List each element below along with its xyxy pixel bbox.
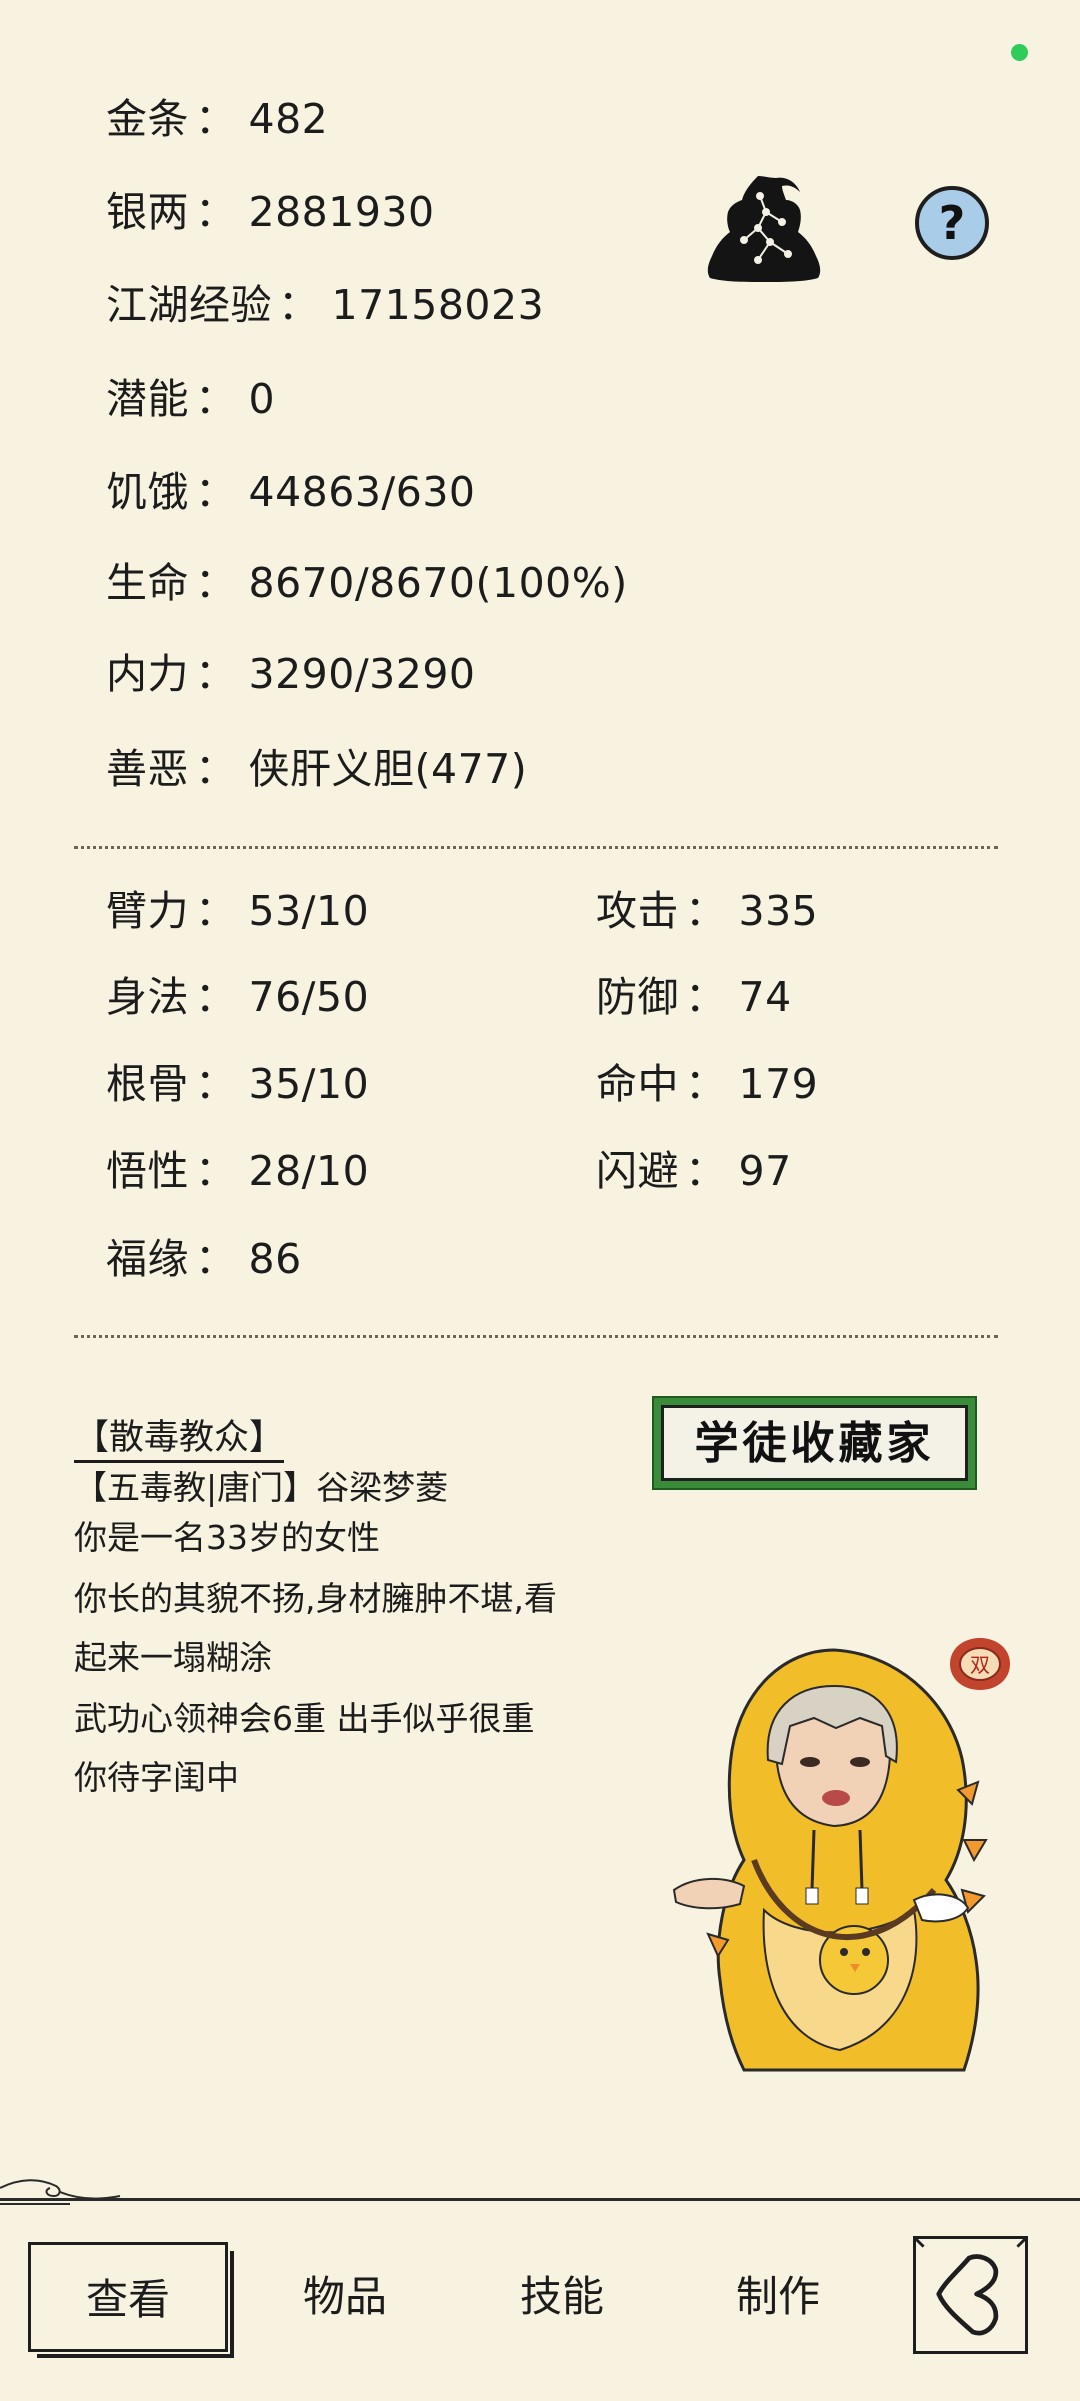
stat-life: 生命： 8670/8670(100%) <box>106 558 628 608</box>
stat-separator: ： <box>195 559 237 607</box>
stat-gold-bars: 金条： 482 <box>106 94 328 144</box>
title-badge-text: 学徒收藏家 <box>661 1405 968 1481</box>
stat-value: 侠肝义胆(477) <box>248 745 528 793</box>
stat-label: 内力 <box>106 650 189 698</box>
stat-label: 命中 <box>596 1060 679 1108</box>
stat-value: 2881930 <box>248 188 435 236</box>
stat-separator: ： <box>278 281 320 329</box>
stat-separator: ： <box>685 887 727 935</box>
stat-separator: ： <box>195 887 237 935</box>
bottom-nav-divider <box>0 2198 1080 2201</box>
profile-line-appearance: 你长的其貌不扬,身材臃肿不堪,看 <box>74 1579 557 1618</box>
stat-value: 74 <box>738 973 792 1021</box>
status-indicator-dot <box>1011 44 1028 61</box>
stat-separator: ： <box>195 468 237 516</box>
stat-experience: 江湖经验： 17158023 <box>106 280 544 330</box>
stat-potential: 潜能： 0 <box>106 374 275 424</box>
stat-separator: ： <box>195 650 237 698</box>
stat-label: 臂力 <box>106 887 189 935</box>
profile-line-name: 【五毒教|唐门】谷梁梦菱 <box>74 1468 449 1507</box>
section-divider <box>74 1335 998 1338</box>
stat-label: 悟性 <box>106 1147 189 1195</box>
title-badge[interactable]: 学徒收藏家 <box>652 1396 977 1490</box>
profile-line-age: 你是一名33岁的女性 <box>74 1518 380 1557</box>
profile-line-marital: 你待字闺中 <box>74 1758 239 1797</box>
scroll-ornament <box>0 2179 121 2205</box>
stat-value: 179 <box>738 1060 819 1108</box>
stat-label: 江湖经验 <box>106 281 272 329</box>
stat-value: 97 <box>738 1147 792 1195</box>
profile-section-title: 【散毒教众】 <box>74 1418 285 1463</box>
meditation-constellation-icon[interactable] <box>700 170 830 290</box>
stat-separator: ： <box>195 1147 237 1195</box>
stat-value: 482 <box>248 95 329 143</box>
stat-label: 饥饿 <box>106 468 189 516</box>
stat-label: 善恶 <box>106 745 189 793</box>
attr-agility: 身法： 76/50 <box>106 972 369 1022</box>
stat-value: 76/50 <box>248 973 370 1021</box>
attr-comprehension: 悟性： 28/10 <box>106 1146 369 1196</box>
nav-items-button[interactable]: 物品 <box>255 2242 435 2352</box>
stat-value: 8670/8670(100%) <box>248 559 628 607</box>
back-arrow-icon <box>914 2238 1027 2336</box>
stat-value: 53/10 <box>248 887 370 935</box>
attr-fortune: 福缘： 86 <box>106 1234 302 1284</box>
stat-label: 生命 <box>106 559 189 607</box>
stat-separator: ： <box>685 1060 727 1108</box>
stat-label: 防御 <box>596 973 679 1021</box>
attr-defense: 防御： 74 <box>596 972 792 1022</box>
attr-accuracy: 命中： 179 <box>596 1059 818 1109</box>
stat-separator: ： <box>195 375 237 423</box>
stat-label: 攻击 <box>596 887 679 935</box>
profile-title-text: 【散毒教众】 <box>74 1418 285 1463</box>
stat-separator: ： <box>195 973 237 1021</box>
stat-label: 银两 <box>106 188 189 236</box>
attr-attack: 攻击： 335 <box>596 886 818 936</box>
stat-internal-power: 内力： 3290/3290 <box>106 649 476 699</box>
nav-view-button[interactable]: 查看 <box>28 2242 234 2358</box>
stat-separator: ： <box>195 745 237 793</box>
stat-value: 44863/630 <box>248 468 476 516</box>
profile-line-appearance-cont: 起来一塌糊涂 <box>74 1638 272 1677</box>
section-divider <box>74 846 998 849</box>
stat-value: 35/10 <box>248 1060 370 1108</box>
stat-value: 335 <box>738 887 819 935</box>
stat-value: 3290/3290 <box>248 650 476 698</box>
stat-label: 潜能 <box>106 375 189 423</box>
attr-evasion: 闪避： 97 <box>596 1146 792 1196</box>
character-portrait <box>672 1648 988 2072</box>
attr-strength: 臂力： 53/10 <box>106 886 369 936</box>
stat-hunger: 饥饿： 44863/630 <box>106 467 476 517</box>
attr-constitution: 根骨： 35/10 <box>106 1059 369 1109</box>
back-button[interactable] <box>913 2236 1028 2354</box>
stat-label: 身法 <box>106 973 189 1021</box>
nav-craft-button[interactable]: 制作 <box>688 2242 868 2352</box>
help-question-icon[interactable]: ? <box>915 186 989 260</box>
profile-line-martial: 武功心领神会6重 出手似乎很重 <box>74 1699 535 1738</box>
stat-label: 金条 <box>106 95 189 143</box>
stat-morality: 善恶：侠肝义胆(477) <box>106 744 527 794</box>
stat-separator: ： <box>195 188 237 236</box>
nav-skills-button[interactable]: 技能 <box>472 2242 652 2352</box>
stat-separator: ： <box>685 1147 727 1195</box>
stat-separator: ： <box>195 1235 237 1283</box>
stat-value: 86 <box>248 1235 302 1283</box>
stat-value: 0 <box>248 375 276 423</box>
stat-separator: ： <box>195 95 237 143</box>
stat-label: 根骨 <box>106 1060 189 1108</box>
stat-label: 闪避 <box>596 1147 679 1195</box>
stat-value: 17158023 <box>331 281 545 329</box>
stat-label: 福缘 <box>106 1235 189 1283</box>
stat-silver: 银两： 2881930 <box>106 187 435 237</box>
stat-separator: ： <box>195 1060 237 1108</box>
stat-separator: ： <box>685 973 727 1021</box>
stat-value: 28/10 <box>248 1147 370 1195</box>
